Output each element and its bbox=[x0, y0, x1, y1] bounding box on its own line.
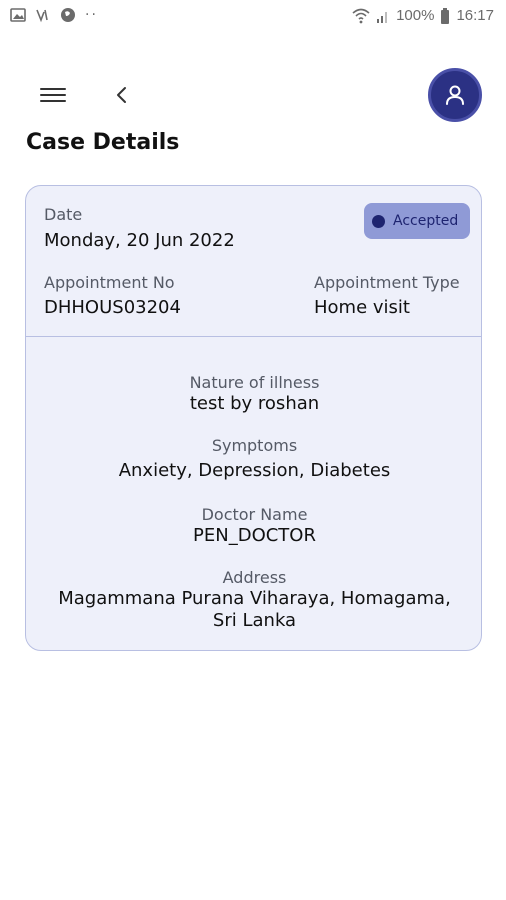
doctor-label: Doctor Name bbox=[201, 505, 308, 524]
case-summary-section: Date Monday, 20 Jun 2022 Accepted Appoin… bbox=[26, 186, 481, 337]
appointment-no-label: Appointment No bbox=[44, 273, 175, 292]
doctor-block: Doctor Name PEN_DOCTOR bbox=[26, 505, 481, 547]
gallery-icon bbox=[10, 8, 26, 22]
cell-signal-icon bbox=[377, 11, 388, 23]
status-badge: Accepted bbox=[364, 203, 470, 239]
wifi-icon bbox=[352, 8, 370, 23]
status-dot-icon bbox=[372, 214, 385, 228]
appointment-type-label: Appointment Type bbox=[314, 273, 460, 292]
date-value: Monday, 20 Jun 2022 bbox=[44, 230, 235, 251]
address-line-2: Sri Lanka bbox=[212, 610, 297, 631]
address-line-1: Magammana Purana Viharaya, Homagama, bbox=[58, 588, 451, 609]
user-icon bbox=[446, 85, 464, 105]
appointment-type-value: Home visit bbox=[314, 297, 410, 318]
illness-value: test by roshan bbox=[189, 393, 320, 414]
chevron-left-icon[interactable] bbox=[110, 82, 134, 108]
case-details-card: Date Monday, 20 Jun 2022 Accepted Appoin… bbox=[25, 185, 482, 651]
status-bar-right: 100% 16:17 bbox=[352, 7, 494, 24]
appointment-no-value: DHHOUS03204 bbox=[44, 297, 181, 318]
doctor-value: PEN_DOCTOR bbox=[193, 525, 316, 546]
symptoms-value: Anxiety, Depression, Diabetes bbox=[118, 460, 391, 481]
address-block: Address Magammana Purana Viharaya, Homag… bbox=[26, 568, 481, 632]
status-bar-left: ·· bbox=[10, 7, 98, 23]
hamburger-menu-icon[interactable] bbox=[40, 84, 66, 106]
globe-icon bbox=[61, 8, 75, 22]
battery-icon bbox=[441, 7, 450, 24]
clock-time: 16:17 bbox=[456, 7, 494, 24]
date-label: Date bbox=[44, 205, 83, 224]
page-title: Case Details bbox=[26, 130, 180, 155]
menu-line bbox=[40, 88, 66, 90]
symptoms-block: Symptoms Anxiety, Depression, Diabetes bbox=[26, 436, 481, 482]
symptoms-label: Symptoms bbox=[211, 436, 298, 455]
signal-app-icon bbox=[36, 9, 48, 23]
menu-line bbox=[40, 100, 66, 102]
battery-percent: 100% bbox=[396, 7, 435, 24]
status-text: Accepted bbox=[393, 213, 459, 229]
address-label: Address bbox=[222, 568, 287, 587]
status-bar: ·· 100% 16:17 bbox=[0, 0, 506, 34]
menu-line bbox=[40, 94, 66, 96]
illness-label: Nature of illness bbox=[189, 373, 320, 392]
more-notifications-dots: ·· bbox=[85, 7, 98, 23]
illness-block: Nature of illness test by roshan bbox=[26, 373, 481, 415]
profile-button[interactable] bbox=[428, 68, 482, 122]
